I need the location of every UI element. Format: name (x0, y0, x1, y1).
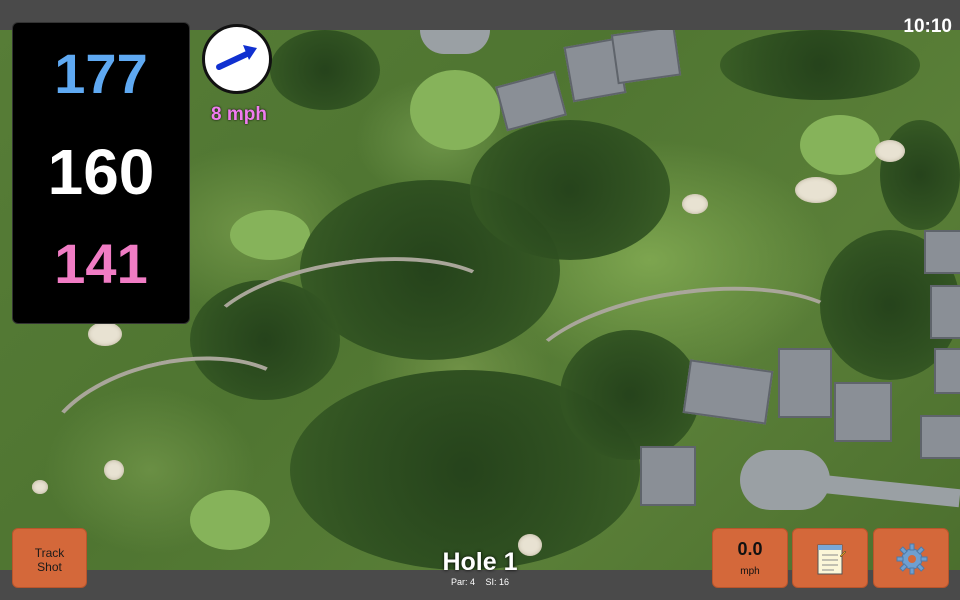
front-distance: 141 (54, 232, 148, 295)
track-shot-label-line1: Track (34, 546, 65, 560)
road (420, 30, 490, 54)
house (924, 230, 960, 274)
bunker (875, 140, 905, 162)
house (682, 359, 774, 425)
notes-button[interactable] (792, 528, 868, 588)
track-shot-label-line2: Shot (37, 560, 62, 574)
house (834, 382, 892, 442)
house (778, 348, 832, 418)
wind-indicator (202, 24, 272, 94)
distance-panel: 177 160 141 (12, 22, 190, 324)
tree-cluster (880, 120, 960, 230)
house (930, 285, 960, 339)
clock: 10:10 (903, 16, 952, 37)
tree-cluster (720, 30, 920, 100)
hole-title: Hole 1 (442, 548, 518, 576)
speed-unit: mph (740, 566, 760, 577)
speed-value: 0.0 (737, 539, 763, 559)
gear-icon (896, 543, 928, 575)
wind-speed: 8 mph (211, 104, 267, 125)
bunker (795, 177, 837, 203)
notepad-icon (817, 544, 846, 575)
back-distance: 177 (54, 42, 148, 105)
house (934, 348, 960, 394)
speed-button[interactable]: 0.0 mph (712, 528, 788, 588)
hole-par: Par: 4 (450, 577, 475, 587)
settings-button[interactable] (873, 528, 949, 588)
house (640, 446, 696, 506)
middle-distance: 160 (47, 136, 155, 208)
hole-meta: Par: 4 SI: 16 (380, 577, 580, 587)
green-right (800, 115, 880, 175)
road (740, 450, 830, 510)
road (819, 474, 960, 508)
house (610, 30, 682, 85)
green-left (230, 210, 310, 260)
track-shot-button[interactable]: Track Shot (12, 528, 87, 588)
bunker (682, 194, 708, 214)
hole-stroke-index: SI: 16 (485, 577, 510, 587)
tree-cluster (270, 30, 380, 110)
house (920, 415, 960, 459)
tree-cluster (470, 120, 670, 260)
green-top (410, 70, 500, 150)
wind-arrow-icon (216, 45, 257, 70)
bunker (32, 480, 48, 494)
bunker (88, 322, 122, 346)
